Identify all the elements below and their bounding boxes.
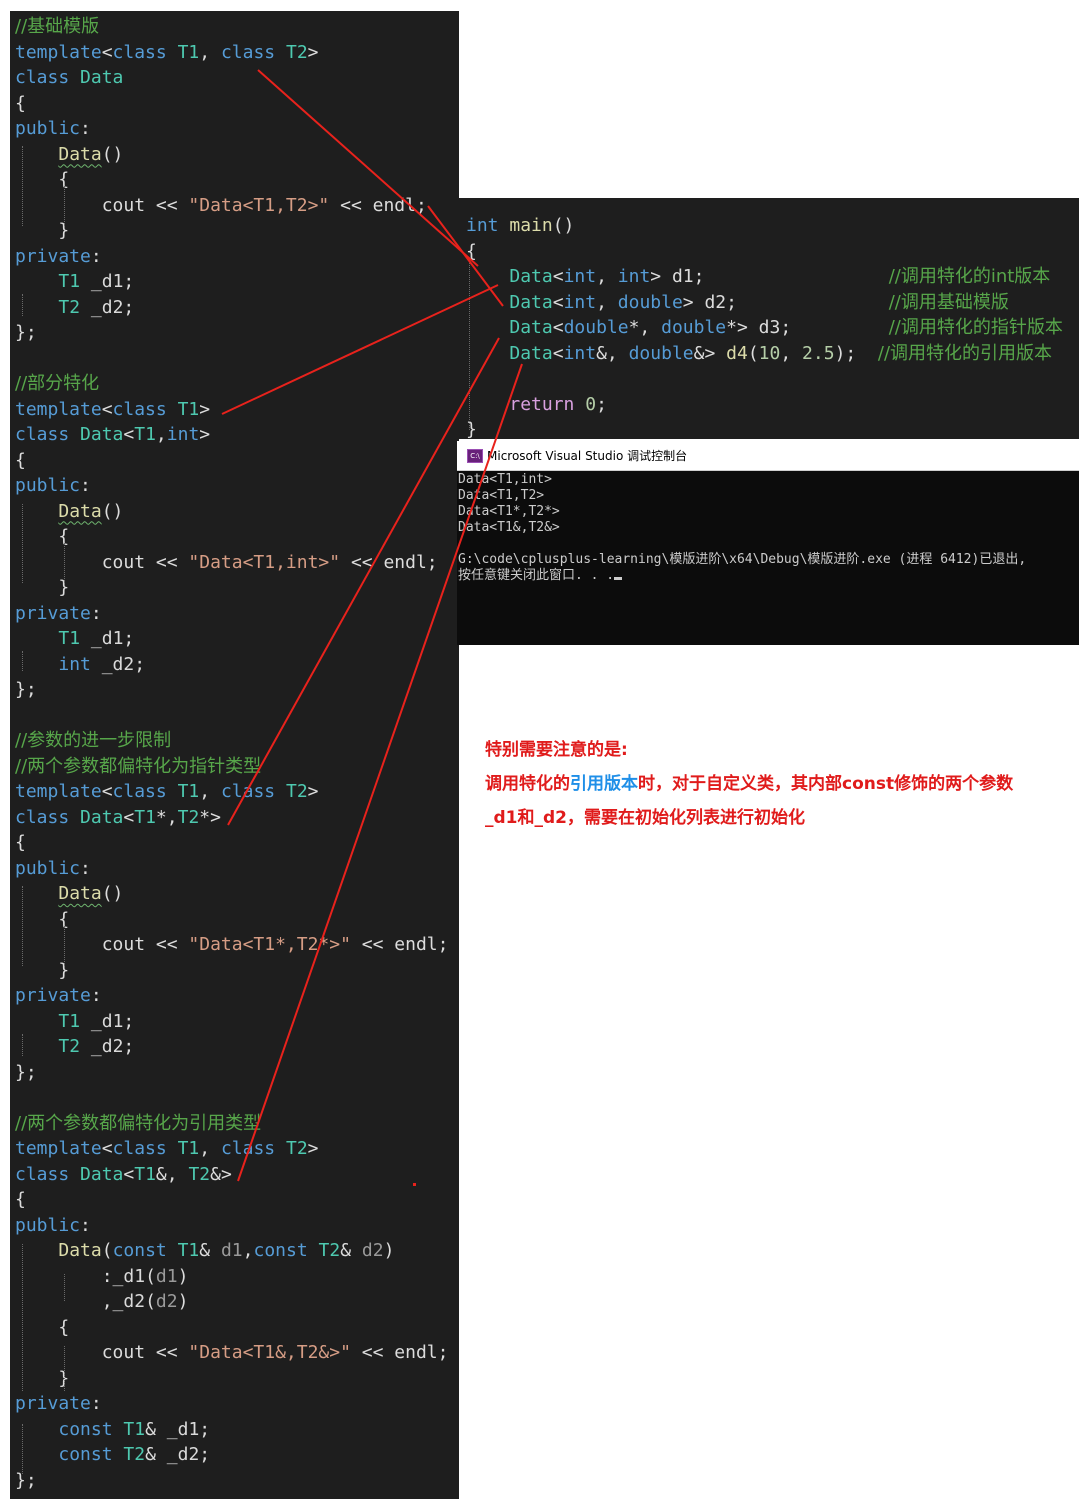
arrow-int-specialization <box>221 284 499 415</box>
annotation-arrows <box>221 69 523 1186</box>
arrow-pointer-specialization <box>227 337 500 826</box>
red-dot-mark <box>413 1183 416 1186</box>
arrow-reference-specialization <box>237 363 523 1182</box>
arrow-base-template <box>257 69 479 267</box>
arrow-base-to-d2 <box>427 205 504 307</box>
